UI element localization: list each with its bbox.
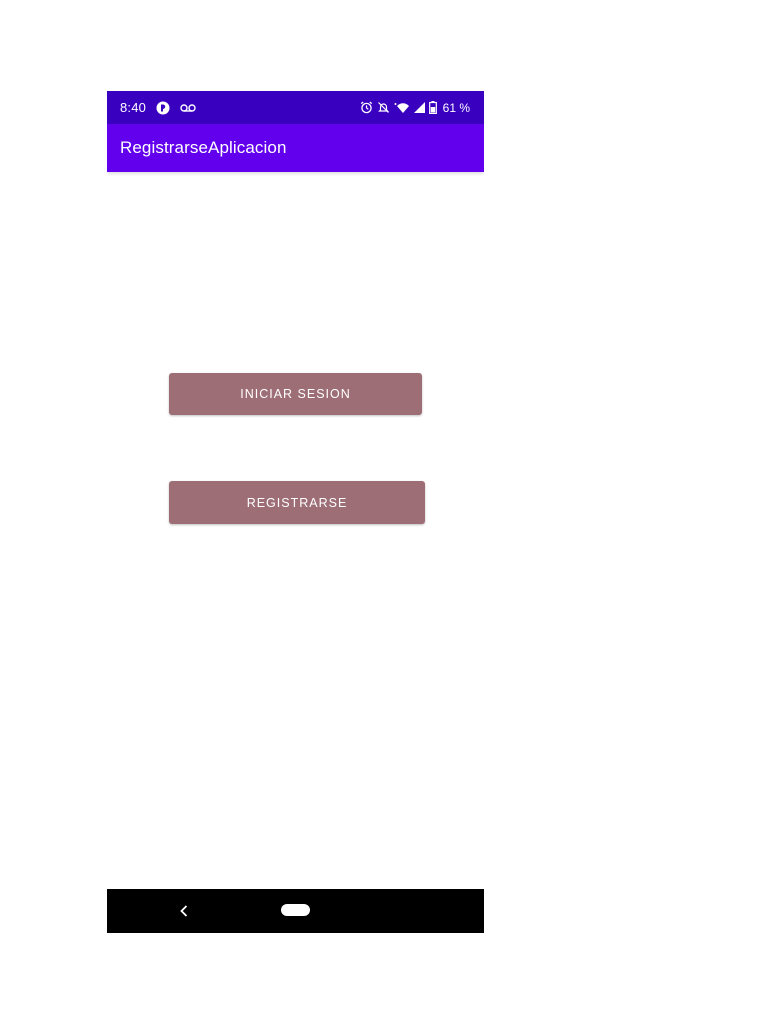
phone-screen: 8:40 61 % RegistrarseAplicacion INICIAR … xyxy=(107,91,484,933)
wifi-icon xyxy=(394,102,410,114)
status-left: 8:40 xyxy=(120,100,196,115)
home-pill-icon[interactable] xyxy=(281,904,310,916)
chevron-left-icon[interactable] xyxy=(177,901,191,921)
status-bar: 8:40 61 % xyxy=(107,91,484,124)
voicemail-icon xyxy=(180,103,196,113)
status-time: 8:40 xyxy=(120,100,147,115)
app-bar: RegistrarseAplicacion xyxy=(107,124,484,172)
notification-app-icon xyxy=(156,101,170,115)
status-right: 61 % xyxy=(360,101,470,115)
register-button[interactable]: REGISTRARSE xyxy=(169,481,425,524)
signal-icon xyxy=(413,102,425,113)
battery-icon xyxy=(428,101,437,114)
bell-off-icon xyxy=(377,101,390,114)
app-title: RegistrarseAplicacion xyxy=(120,138,287,157)
navigation-bar xyxy=(107,889,484,933)
alarm-icon xyxy=(360,101,373,114)
login-button[interactable]: INICIAR SESION xyxy=(169,373,422,415)
battery-percent: 61 % xyxy=(442,100,470,115)
